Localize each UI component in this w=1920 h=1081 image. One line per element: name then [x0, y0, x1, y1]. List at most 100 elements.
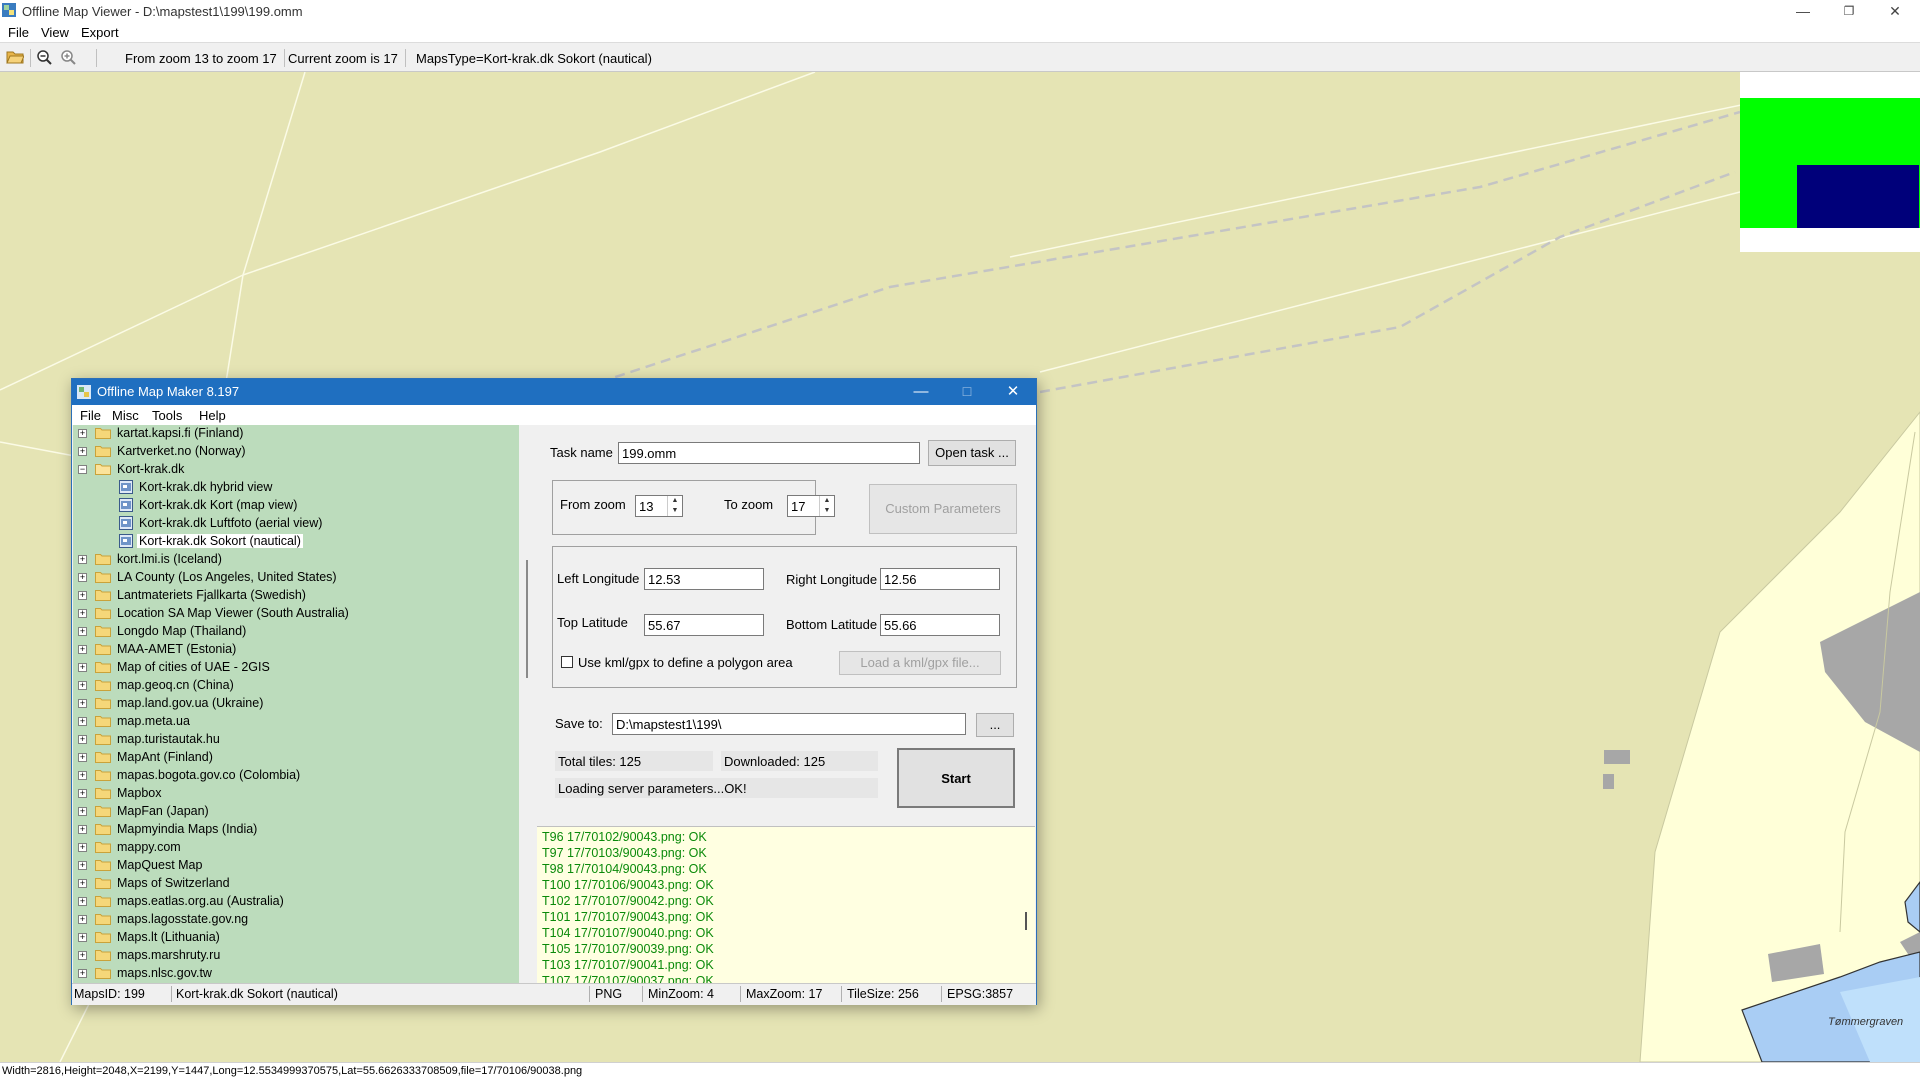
expand-icon[interactable]: + — [78, 699, 87, 708]
tree-item[interactable]: + map.geoq.cn (China) — [73, 677, 513, 695]
map-layer-icon — [119, 516, 133, 530]
expand-icon[interactable]: + — [78, 879, 87, 888]
close-button[interactable]: ✕ — [1872, 0, 1918, 22]
restore-button[interactable]: ❐ — [1826, 0, 1872, 22]
app-icon — [77, 385, 91, 399]
expand-icon[interactable]: + — [78, 807, 87, 816]
minimize-button[interactable]: — — [1780, 0, 1826, 22]
expand-icon[interactable]: + — [78, 573, 87, 582]
tree-item[interactable]: + maps.lagosstate.gov.ng — [73, 911, 513, 929]
top-latitude-label: Top Latitude — [557, 615, 628, 630]
tree-item[interactable]: Kort-krak.dk Sokort (nautical) — [73, 533, 513, 551]
menu-view[interactable]: View — [41, 25, 69, 40]
tree-item[interactable]: + MapAnt (Finland) — [73, 749, 513, 767]
browse-button[interactable]: ... — [976, 713, 1014, 737]
to-zoom-spinner[interactable]: ▲ ▼ — [819, 496, 834, 516]
from-zoom-spinner[interactable]: ▲ ▼ — [667, 496, 682, 516]
collapse-icon[interactable]: − — [78, 465, 87, 474]
right-longitude-input[interactable]: 12.56 — [880, 568, 1000, 590]
expand-icon[interactable]: + — [78, 915, 87, 924]
expand-icon[interactable]: + — [78, 609, 87, 618]
kml-checkbox[interactable] — [561, 656, 573, 668]
tree-scrollbar-thumb[interactable] — [526, 560, 528, 678]
menu-export[interactable]: Export — [81, 25, 119, 40]
task-name-input[interactable]: 199.omm — [618, 442, 920, 464]
expand-icon[interactable]: + — [78, 663, 87, 672]
epsg-text: EPSG:3857 — [947, 987, 1014, 1001]
left-longitude-input[interactable]: 12.53 — [644, 568, 764, 590]
expand-icon[interactable]: + — [78, 681, 87, 690]
tree-item[interactable]: + Longdo Map (Thailand) — [73, 623, 513, 641]
map-source-tree[interactable]: + kartat.kapsi.fi (Finland) + Kartverket.no… — [73, 425, 519, 983]
tree-item[interactable]: + Mapmyindia Maps (India) — [73, 821, 513, 839]
expand-icon[interactable]: + — [78, 771, 87, 780]
expand-icon[interactable]: + — [78, 735, 87, 744]
expand-icon[interactable]: + — [78, 861, 87, 870]
bottom-latitude-input[interactable]: 55.66 — [880, 614, 1000, 636]
tree-item[interactable]: + MapFan (Japan) — [73, 803, 513, 821]
expand-icon[interactable]: + — [78, 843, 87, 852]
tree-item[interactable]: + map.land.gov.ua (Ukraine) — [73, 695, 513, 713]
app-icon — [2, 3, 16, 17]
expand-icon[interactable]: + — [78, 753, 87, 762]
save-to-input[interactable]: D:\mapstest1\199\ — [612, 713, 966, 735]
tree-item[interactable]: Kort-krak.dk Kort (map view) — [73, 497, 513, 515]
tree-item[interactable]: + maps.nlsc.gov.tw — [73, 965, 513, 983]
zoom-in-icon[interactable] — [60, 49, 78, 65]
tree-item[interactable]: + kort.lmi.is (Iceland) — [73, 551, 513, 569]
open-task-button[interactable]: Open task ... — [928, 440, 1016, 466]
tree-item[interactable]: + Map of cities of UAE - 2GIS — [73, 659, 513, 677]
dialog-menu-file[interactable]: File — [80, 408, 101, 423]
expand-icon[interactable]: + — [78, 645, 87, 654]
log-scrollbar-thumb[interactable] — [1025, 912, 1027, 930]
tree-item[interactable]: Kort-krak.dk hybrid view — [73, 479, 513, 497]
tree-item[interactable]: + Maps.lt (Lithuania) — [73, 929, 513, 947]
start-button[interactable]: Start — [897, 748, 1015, 808]
zoom-out-icon[interactable] — [36, 49, 54, 65]
tree-item[interactable]: + kartat.kapsi.fi (Finland) — [73, 425, 513, 443]
tree-item[interactable]: + Lantmateriets Fjallkarta (Swedish) — [73, 587, 513, 605]
tree-item[interactable]: + Location SA Map Viewer (South Australia… — [73, 605, 513, 623]
menu-file[interactable]: File — [8, 25, 29, 40]
tree-item[interactable]: + map.turistautak.hu — [73, 731, 513, 749]
log-scrollbar[interactable] — [1018, 827, 1035, 985]
dialog-menu-tools[interactable]: Tools — [152, 408, 182, 423]
tree-item-label: Location SA Map Viewer (South Australia) — [117, 606, 349, 620]
tree-item[interactable]: + LA County (Los Angeles, United States) — [73, 569, 513, 587]
dialog-close-button[interactable]: ✕ — [990, 379, 1036, 405]
log-line: T103 17/70107/90041.png: OK — [542, 958, 714, 972]
download-log[interactable]: T96 17/70102/90043.png: OK T97 17/70103/9… — [537, 826, 1035, 985]
from-zoom-input[interactable]: 13 ▲ ▼ — [635, 495, 683, 517]
dialog-menu-help[interactable]: Help — [199, 408, 226, 423]
expand-icon[interactable]: + — [78, 591, 87, 600]
expand-icon[interactable]: + — [78, 933, 87, 942]
tree-item[interactable]: + mapas.bogota.gov.co (Colombia) — [73, 767, 513, 785]
tree-item[interactable]: − Kort-krak.dk — [73, 461, 513, 479]
expand-icon[interactable]: + — [78, 897, 87, 906]
expand-icon[interactable]: + — [78, 789, 87, 798]
tree-item[interactable]: + map.meta.ua — [73, 713, 513, 731]
dialog-minimize-button[interactable]: — — [898, 379, 944, 405]
tree-item[interactable]: + MAA-AMET (Estonia) — [73, 641, 513, 659]
tree-item[interactable]: Kort-krak.dk Luftfoto (aerial view) — [73, 515, 513, 533]
tree-item[interactable]: + Maps of Switzerland — [73, 875, 513, 893]
dialog-menu-misc[interactable]: Misc — [112, 408, 139, 423]
top-latitude-input[interactable]: 55.67 — [644, 614, 764, 636]
tree-item[interactable]: + Kartverket.no (Norway) — [73, 443, 513, 461]
expand-icon[interactable]: + — [78, 951, 87, 960]
tree-item[interactable]: + MapQuest Map — [73, 857, 513, 875]
expand-icon[interactable]: + — [78, 717, 87, 726]
tree-item[interactable]: + maps.marshruty.ru — [73, 947, 513, 965]
tree-item[interactable]: + Mapbox — [73, 785, 513, 803]
tree-item[interactable]: + maps.eatlas.org.au (Australia) — [73, 893, 513, 911]
tree-item[interactable]: + mappy.com — [73, 839, 513, 857]
expand-icon[interactable]: + — [78, 447, 87, 456]
expand-icon[interactable]: + — [78, 555, 87, 564]
expand-icon[interactable]: + — [78, 825, 87, 834]
tree-scrollbar[interactable] — [519, 425, 536, 983]
open-folder-icon[interactable] — [6, 49, 24, 65]
expand-icon[interactable]: + — [78, 969, 87, 978]
to-zoom-input[interactable]: 17 ▲ ▼ — [787, 495, 835, 517]
expand-icon[interactable]: + — [78, 429, 87, 438]
expand-icon[interactable]: + — [78, 627, 87, 636]
